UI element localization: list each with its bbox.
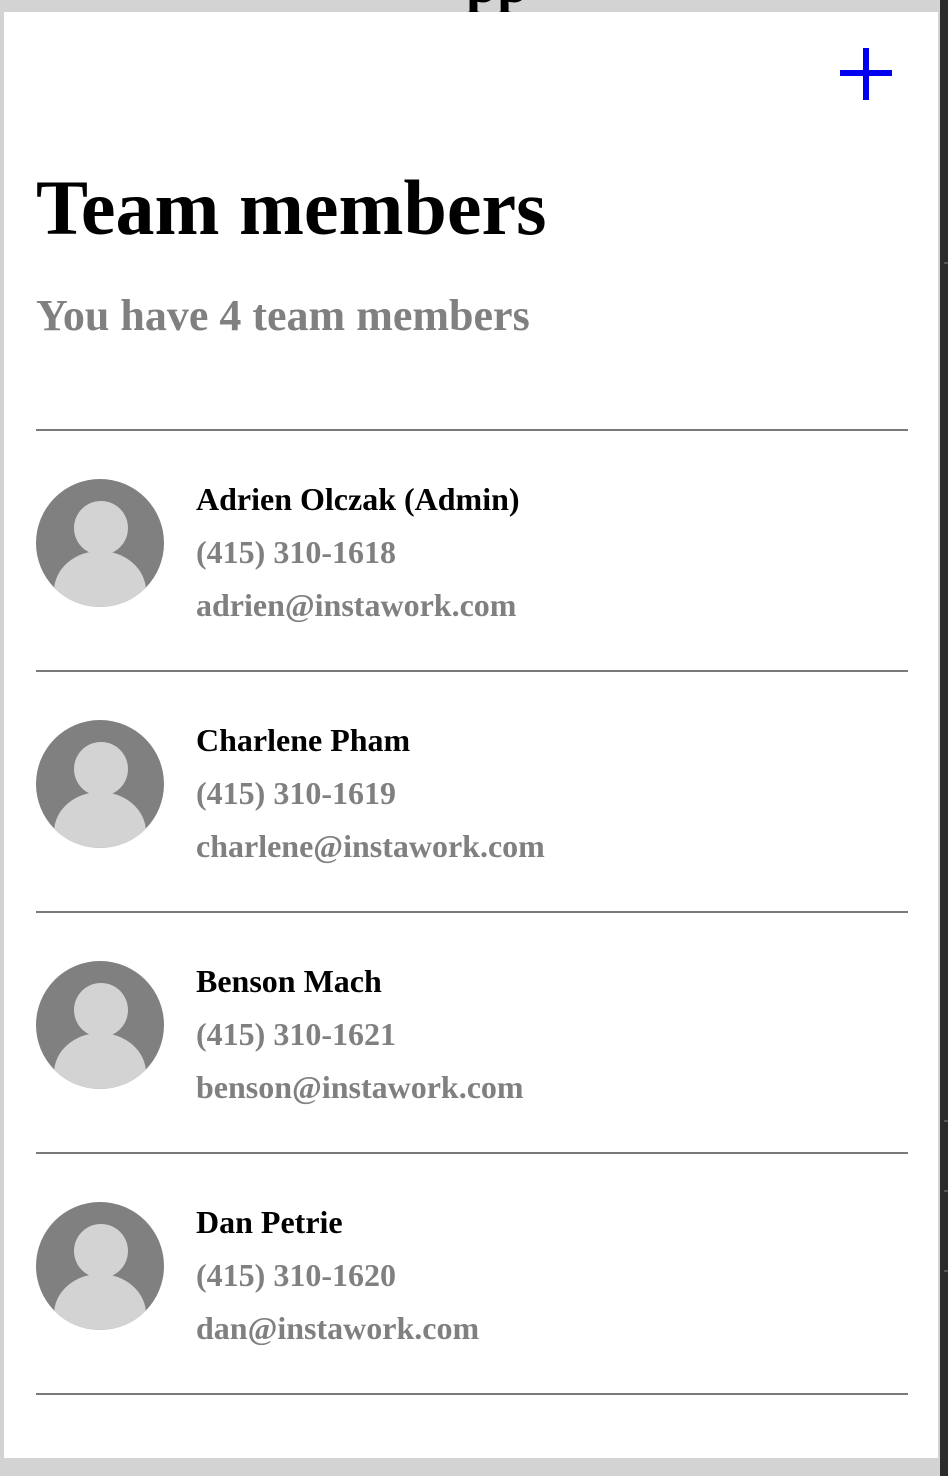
avatar-head — [74, 742, 128, 796]
team-member-list: Adrien Olczak (Admin) (415) 310-1618 adr… — [36, 429, 908, 1395]
team-member-row[interactable]: Charlene Pham (415) 310-1619 charlene@in… — [36, 672, 908, 913]
member-email: benson@instawork.com — [196, 1069, 524, 1105]
add-team-member-button[interactable] — [838, 46, 894, 102]
top-cutoff-strip: pp — [0, 0, 948, 12]
default-avatar-icon — [36, 961, 164, 1089]
avatar-head — [74, 983, 128, 1037]
avatar-head — [74, 1224, 128, 1278]
edge-tick — [944, 1270, 948, 1272]
default-avatar-icon — [36, 1202, 164, 1330]
edge-tick — [944, 262, 948, 264]
member-phone: (415) 310-1621 — [196, 1016, 396, 1052]
member-name: Dan Petrie — [196, 1204, 343, 1240]
member-email: dan@instawork.com — [196, 1310, 480, 1346]
member-name: Charlene Pham — [196, 722, 411, 758]
member-name: Benson Mach — [196, 963, 382, 999]
team-member-row[interactable]: Adrien Olczak (Admin) (415) 310-1618 adr… — [36, 431, 908, 672]
member-count-subtitle: You have 4 team members — [36, 291, 530, 340]
avatar-shoulders — [54, 1033, 146, 1089]
page-title: Team members — [36, 164, 547, 251]
member-name: Adrien Olczak (Admin) — [196, 481, 520, 517]
member-phone: (415) 310-1618 — [196, 534, 396, 570]
member-phone: (415) 310-1619 — [196, 775, 396, 811]
app-screen: { "top_cutoff_text": "pp", "header": { "… — [0, 0, 948, 1476]
default-avatar-icon — [36, 479, 164, 607]
avatar-shoulders — [54, 1274, 146, 1330]
avatar-shoulders — [54, 792, 146, 848]
team-member-row[interactable]: Dan Petrie (415) 310-1620 dan@instawork.… — [36, 1154, 908, 1395]
window-edge — [940, 0, 948, 1476]
edge-tick — [944, 1120, 948, 1122]
avatar-shoulders — [54, 551, 146, 607]
partial-heading-text: pp — [466, 0, 528, 12]
team-member-row[interactable]: Benson Mach (415) 310-1621 benson@instaw… — [36, 913, 908, 1154]
member-phone: (415) 310-1620 — [196, 1257, 396, 1293]
edge-tick — [944, 1190, 948, 1192]
plus-icon-vertical — [863, 48, 869, 100]
member-email: adrien@instawork.com — [196, 587, 517, 623]
member-email: charlene@instawork.com — [196, 828, 545, 864]
default-avatar-icon — [36, 720, 164, 848]
avatar-head — [74, 501, 128, 555]
team-members-panel: Team members You have 4 team members Adr… — [4, 12, 938, 1458]
